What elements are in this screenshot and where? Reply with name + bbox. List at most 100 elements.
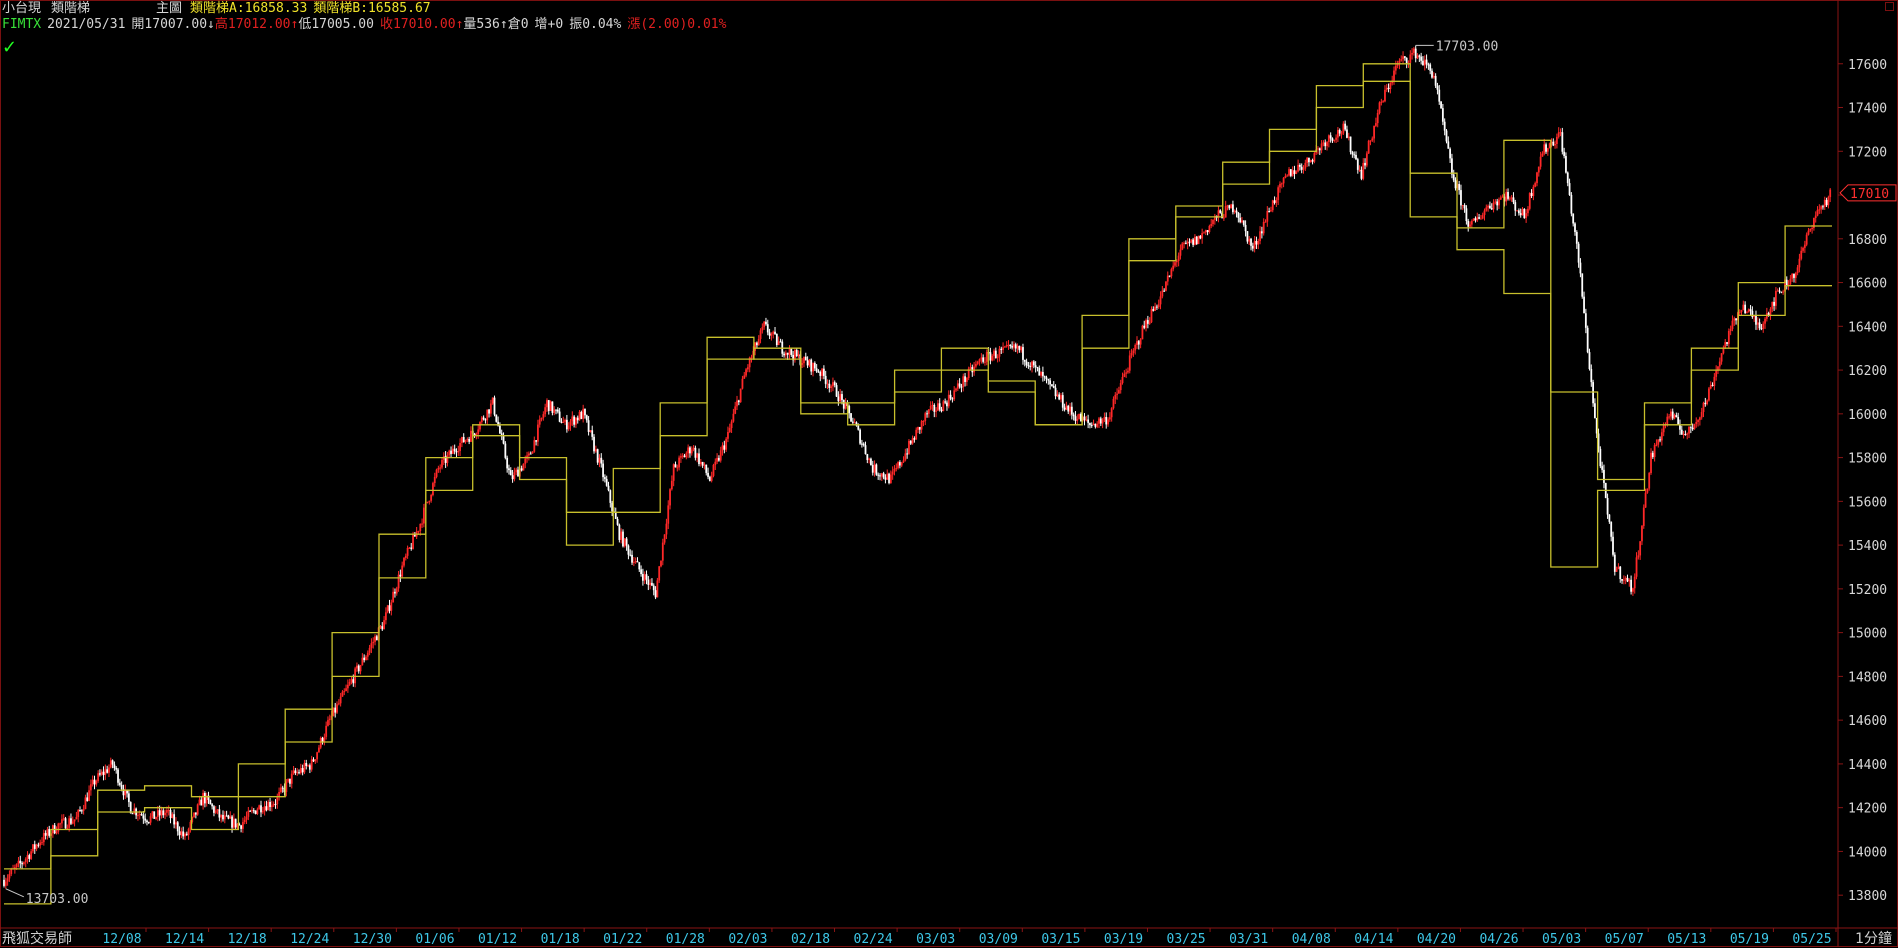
candle-body [643, 574, 646, 581]
candle-body [15, 863, 18, 868]
candle-body [1414, 48, 1417, 59]
timeframe-label[interactable]: 1分鐘 [1855, 928, 1892, 948]
candle-body [638, 562, 641, 570]
candle-body [1516, 210, 1518, 212]
candle-body [1505, 192, 1508, 202]
y-tick-label: 15200 [1848, 583, 1887, 598]
candle-body [1273, 200, 1276, 203]
x-tick-label: 03/15 [1041, 932, 1080, 947]
candle-body [547, 400, 550, 411]
candle-body [127, 793, 130, 803]
candle-body [274, 803, 277, 805]
candle-body [109, 760, 112, 768]
candle-body [1264, 221, 1267, 223]
candle-body [23, 862, 25, 864]
candle-body [1040, 371, 1042, 376]
candle-body [1371, 138, 1374, 141]
y-tick-label: 14400 [1848, 758, 1887, 773]
candle-body [1300, 166, 1303, 170]
candle-body [1422, 60, 1424, 66]
candle-body [658, 566, 661, 581]
candle-body [1052, 385, 1055, 388]
candle-body [1156, 306, 1158, 308]
candle-body [1375, 123, 1377, 126]
candle-body [265, 806, 268, 811]
candle-body [1432, 75, 1435, 78]
candle-body [374, 636, 376, 642]
candle-body [1706, 400, 1709, 405]
candle-body [1590, 368, 1593, 383]
candle-body [430, 494, 433, 501]
candle-body [616, 518, 619, 525]
candle-body [1378, 102, 1381, 114]
candle-body [111, 760, 114, 765]
candle-body [994, 350, 997, 359]
candle-body [298, 772, 300, 774]
candle-body [1722, 348, 1725, 354]
candle-body [871, 465, 874, 473]
candle-body [1673, 415, 1676, 419]
candle-body [1774, 291, 1777, 306]
x-tick-label: 04/08 [1292, 932, 1331, 947]
candle-body [727, 432, 729, 439]
candle-body [1099, 418, 1102, 424]
candle-body [815, 368, 818, 372]
candle-body [937, 403, 939, 411]
candle-body [68, 818, 71, 828]
candle-body [1266, 211, 1269, 222]
candle-body [571, 416, 574, 422]
y-tick-label: 14800 [1848, 670, 1887, 685]
candle-body [1201, 233, 1204, 239]
candle-body [410, 547, 413, 549]
candle-body [965, 378, 968, 382]
candle-body [80, 810, 83, 812]
candle-body [384, 612, 387, 621]
candle-body [1154, 306, 1156, 311]
candle-body [1559, 132, 1562, 134]
x-tick-label: 02/03 [728, 932, 767, 947]
candle-body [176, 822, 179, 832]
candle-body [712, 464, 715, 476]
candle-body [1331, 138, 1334, 141]
x-tick-label: 01/18 [541, 932, 580, 947]
candle-body [234, 818, 237, 828]
candle-body [1195, 236, 1198, 245]
candle-body [920, 421, 923, 430]
candle-body [1485, 207, 1488, 211]
candle-body [1009, 344, 1012, 347]
candle-body [1005, 345, 1008, 347]
candle-body [768, 332, 771, 336]
candle-body [1528, 193, 1531, 209]
price-chart[interactable]: 13800 14000 14200 14400 14600 14800 15000 15200… [0, 0, 1898, 947]
y-tick-label: 17600 [1848, 58, 1887, 73]
candle-body [1007, 344, 1010, 346]
candle-body [153, 811, 156, 819]
candle-body [1146, 320, 1149, 324]
candle-body [556, 409, 559, 412]
candle-body [198, 799, 201, 805]
candle-body [546, 400, 548, 408]
candle-body [1648, 473, 1651, 489]
candle-body [868, 458, 871, 461]
candle-body [540, 417, 543, 420]
candle-body [1574, 223, 1576, 232]
candle-body [1016, 345, 1019, 349]
candle-body [1069, 406, 1071, 412]
candle-body [276, 796, 279, 805]
candle-body [346, 684, 349, 689]
x-tick-label: 01/28 [666, 932, 705, 947]
candle-body [82, 809, 85, 811]
candle-body [743, 375, 746, 379]
candle-body [368, 647, 371, 653]
candle-body [913, 438, 916, 440]
candle-body [763, 321, 766, 328]
candle-body [261, 811, 264, 813]
candle-body [953, 390, 956, 400]
candle-body [222, 814, 224, 820]
candle-body [591, 430, 594, 437]
candle-body [1822, 206, 1824, 208]
candle-body [1376, 113, 1379, 124]
candle-body [564, 419, 566, 422]
x-tick-label: 04/20 [1417, 932, 1456, 947]
candle-body [1698, 417, 1701, 421]
